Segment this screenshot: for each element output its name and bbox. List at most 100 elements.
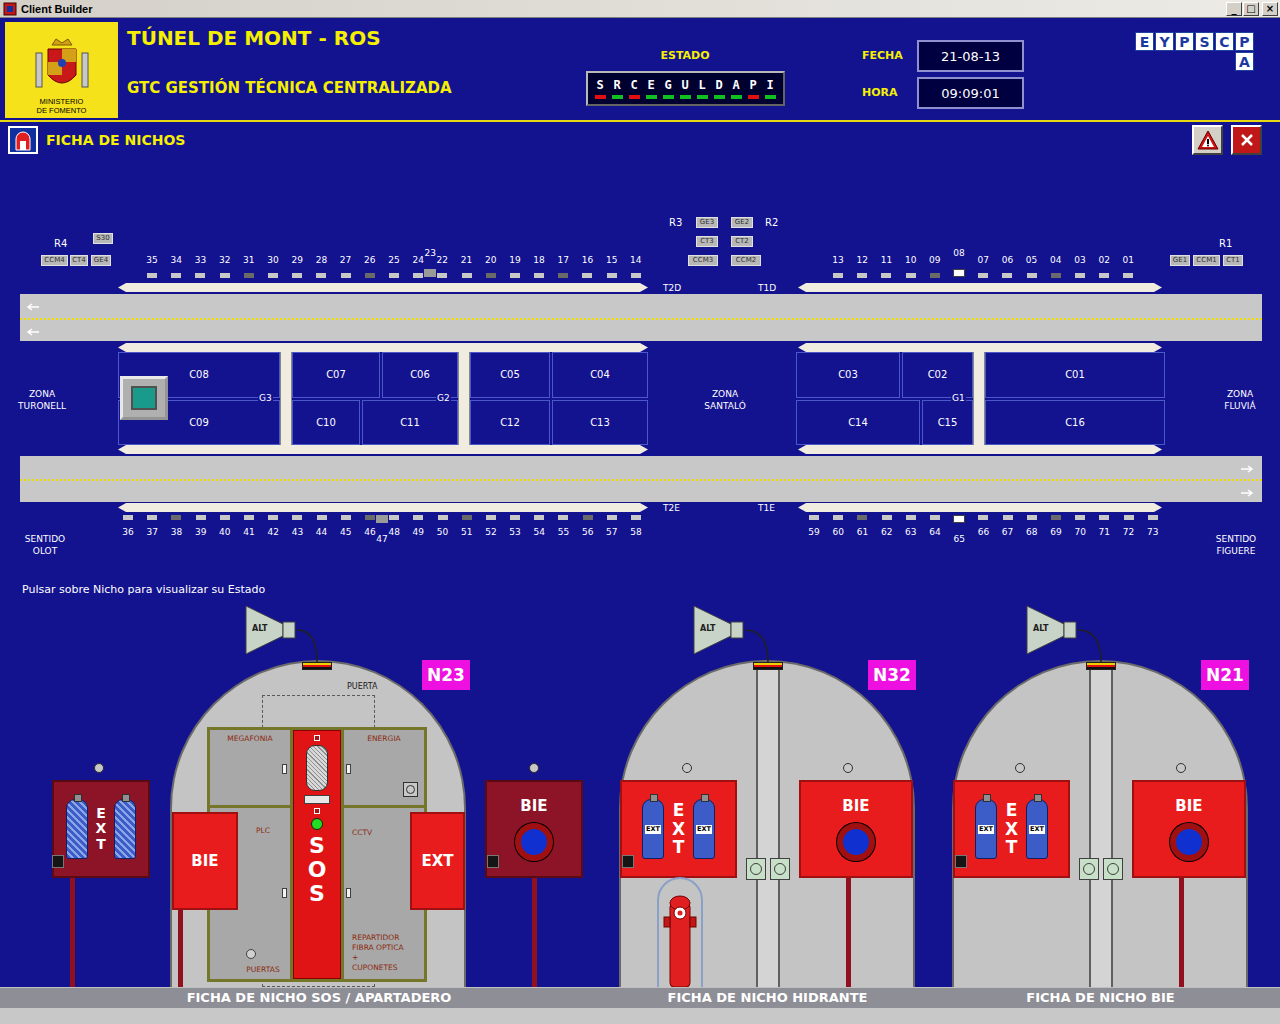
equipment-cabinet[interactable]: EXTEXTEXT <box>620 780 737 878</box>
niche-slot[interactable]: 50 <box>430 515 454 545</box>
niche-marker[interactable] <box>1051 273 1061 278</box>
niche-marker[interactable] <box>365 273 375 278</box>
niche-slot[interactable]: 15 <box>600 246 624 278</box>
niche-slot[interactable]: 58 <box>624 515 648 545</box>
niche-marker[interactable] <box>413 515 423 520</box>
niche-slot[interactable]: 37 <box>140 515 164 545</box>
niche-slot[interactable]: 27 <box>334 246 358 278</box>
niche-slot[interactable]: 31 <box>237 246 261 278</box>
tunnel-cell[interactable]: C11 <box>362 400 458 445</box>
niche-marker[interactable] <box>365 515 375 520</box>
niche-marker[interactable] <box>196 515 206 520</box>
niche-slot[interactable]: 22 <box>430 246 454 278</box>
niche-slot[interactable]: 32 <box>213 246 237 278</box>
niche-slot[interactable]: 52 <box>479 515 503 545</box>
window-control-button[interactable]: □ <box>1243 2 1259 16</box>
tunnel-cell[interactable]: C02 <box>902 352 973 398</box>
niche-marker[interactable] <box>424 269 436 277</box>
cabinet-panel[interactable]: ENERGIA <box>344 730 424 805</box>
niche-marker[interactable] <box>147 273 157 278</box>
niche-marker[interactable] <box>607 515 617 520</box>
tunnel-cell[interactable]: C13 <box>552 400 648 445</box>
niche-marker[interactable] <box>268 515 278 520</box>
niche-marker[interactable] <box>833 515 843 520</box>
niche-marker[interactable] <box>389 273 399 278</box>
niche-slot[interactable]: 55 <box>551 515 575 545</box>
tunnel-cell[interactable]: C07 <box>292 352 380 398</box>
equipment-box[interactable]: GE1 <box>1170 255 1190 266</box>
niche-slot[interactable]: 40 <box>213 515 237 545</box>
niche-slot[interactable]: 56 <box>576 515 600 545</box>
equipment-box[interactable]: GE3 <box>696 217 718 228</box>
niche-marker[interactable] <box>833 273 843 278</box>
equipment-box[interactable]: GE4 <box>91 255 111 266</box>
niche-marker[interactable] <box>1124 515 1134 520</box>
niche-marker[interactable] <box>1148 515 1158 520</box>
niche-slot[interactable]: 44 <box>310 515 334 545</box>
niche-slot[interactable]: 02 <box>1092 246 1116 278</box>
niche-slot[interactable]: 61 <box>850 515 874 545</box>
equipment-box[interactable]: CCM3 <box>688 255 718 266</box>
niche-slot[interactable]: 36 <box>116 515 140 545</box>
window-control-button[interactable]: _ <box>1226 2 1242 16</box>
niche-marker[interactable] <box>220 515 230 520</box>
niche-marker[interactable] <box>631 273 641 278</box>
niche-slot[interactable]: 48 <box>382 515 406 545</box>
niche-slot[interactable]: 07 <box>971 246 995 278</box>
equipment-box[interactable]: GE2 <box>731 217 753 228</box>
niche-marker[interactable] <box>930 515 940 520</box>
niche-slot[interactable]: 73 <box>1141 515 1165 545</box>
niche-marker[interactable] <box>171 515 181 520</box>
tunnel-cell[interactable]: C12 <box>470 400 550 445</box>
niche-marker[interactable] <box>486 515 496 520</box>
niche-slot[interactable]: 18 <box>527 246 551 278</box>
niche-slot[interactable]: 26 <box>358 246 382 278</box>
equipment-cabinet[interactable]: EXT <box>52 780 150 878</box>
niche-marker[interactable] <box>534 273 544 278</box>
niche-slot[interactable]: 28 <box>309 246 333 278</box>
tool-button[interactable] <box>1231 125 1262 155</box>
niche-slot[interactable]: 21 <box>454 246 478 278</box>
sos-post[interactable]: SOS <box>293 730 341 979</box>
equipment-box[interactable]: CCM2 <box>731 255 761 266</box>
equipment-box[interactable]: CT2 <box>731 236 753 247</box>
niche-marker[interactable] <box>462 273 472 278</box>
niche-slot[interactable]: 01 <box>1116 246 1140 278</box>
niche-marker[interactable] <box>978 515 988 520</box>
niche-marker[interactable] <box>438 515 448 520</box>
tunnel-cell[interactable]: C04 <box>552 352 648 398</box>
niche-slot[interactable]: 69 <box>1044 515 1068 545</box>
niche-slot[interactable]: 54 <box>527 515 551 545</box>
equipment-cabinet[interactable]: EXTEXTEXT <box>953 780 1070 878</box>
niche-slot[interactable]: 59 <box>802 515 826 545</box>
niche-marker[interactable] <box>510 273 520 278</box>
equipment-box[interactable]: S30 <box>93 233 113 244</box>
niche-marker[interactable] <box>268 273 278 278</box>
niche-slot[interactable]: 65 <box>947 515 971 545</box>
niche-marker[interactable] <box>607 273 617 278</box>
niche-slot[interactable]: 42 <box>261 515 285 545</box>
niche-marker[interactable] <box>292 515 302 520</box>
equipment-box[interactable]: CCM4 <box>41 255 68 266</box>
niche-marker[interactable] <box>486 273 496 278</box>
niche-marker[interactable] <box>1027 515 1037 520</box>
niche-marker[interactable] <box>195 273 205 278</box>
niche-slot[interactable]: 64 <box>923 515 947 545</box>
niche-slot[interactable]: 70 <box>1068 515 1092 545</box>
tunnel-cell[interactable]: C01 <box>985 352 1165 398</box>
niche-marker[interactable] <box>147 515 157 520</box>
equipment-cabinet[interactable]: EXT <box>410 812 465 910</box>
tunnel-cell[interactable]: C06 <box>382 352 458 398</box>
niche-slot[interactable]: 09 <box>923 246 947 278</box>
niche-slot[interactable]: 62 <box>875 515 899 545</box>
equipment-cabinet[interactable]: BIE <box>172 812 238 910</box>
niche-marker[interactable] <box>1075 515 1085 520</box>
niche-marker[interactable] <box>1003 515 1013 520</box>
niche-marker[interactable] <box>534 515 544 520</box>
equipment-cabinet[interactable]: BIE <box>1132 780 1246 878</box>
niche-marker[interactable] <box>583 515 593 520</box>
niche-marker[interactable] <box>631 515 641 520</box>
niche-marker[interactable] <box>906 273 916 278</box>
niche-marker[interactable] <box>857 273 867 278</box>
niche-slot[interactable]: 66 <box>971 515 995 545</box>
